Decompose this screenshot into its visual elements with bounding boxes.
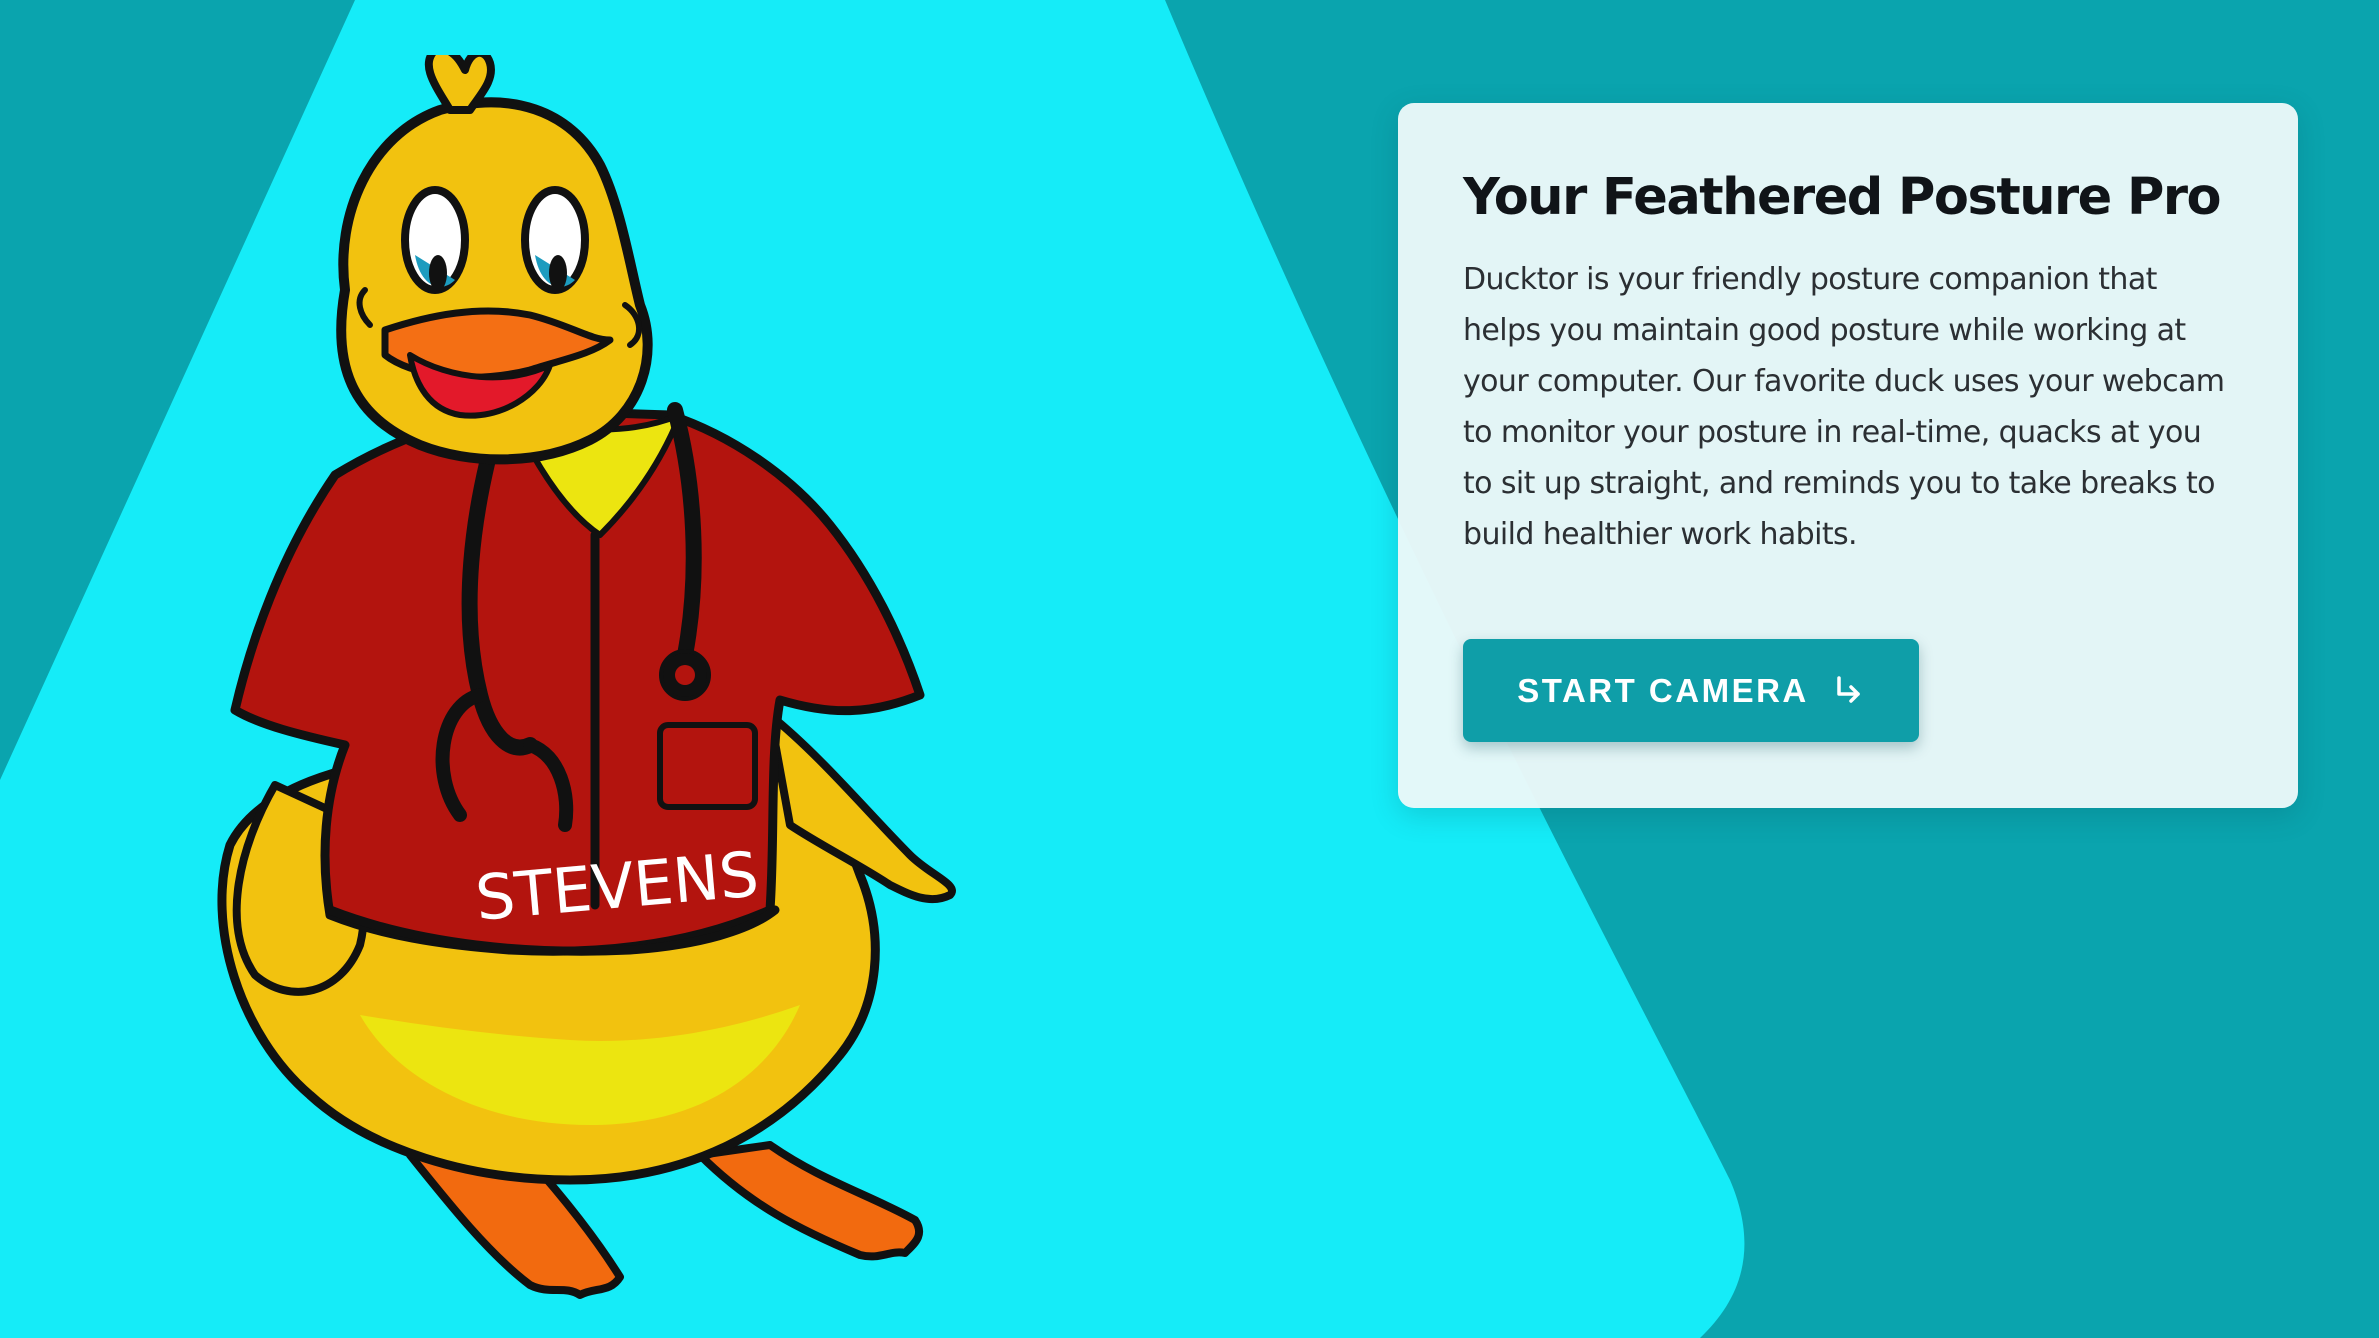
arrow-turn-down-right-icon (1831, 674, 1865, 708)
duck-doctor-mascot: STEVENS (217, 55, 956, 1299)
landing-hero: STEVENS Your Feathered Posture Pro Duckt… (0, 0, 2379, 1338)
info-card: Your Feathered Posture Pro Ducktor is yo… (1398, 103, 2298, 808)
start-camera-label: START CAMERA (1517, 671, 1809, 709)
card-title: Your Feathered Posture Pro (1463, 168, 2222, 227)
card-description: Ducktor is your friendly posture compani… (1463, 262, 2225, 553)
start-camera-button[interactable]: START CAMERA (1463, 639, 1919, 742)
